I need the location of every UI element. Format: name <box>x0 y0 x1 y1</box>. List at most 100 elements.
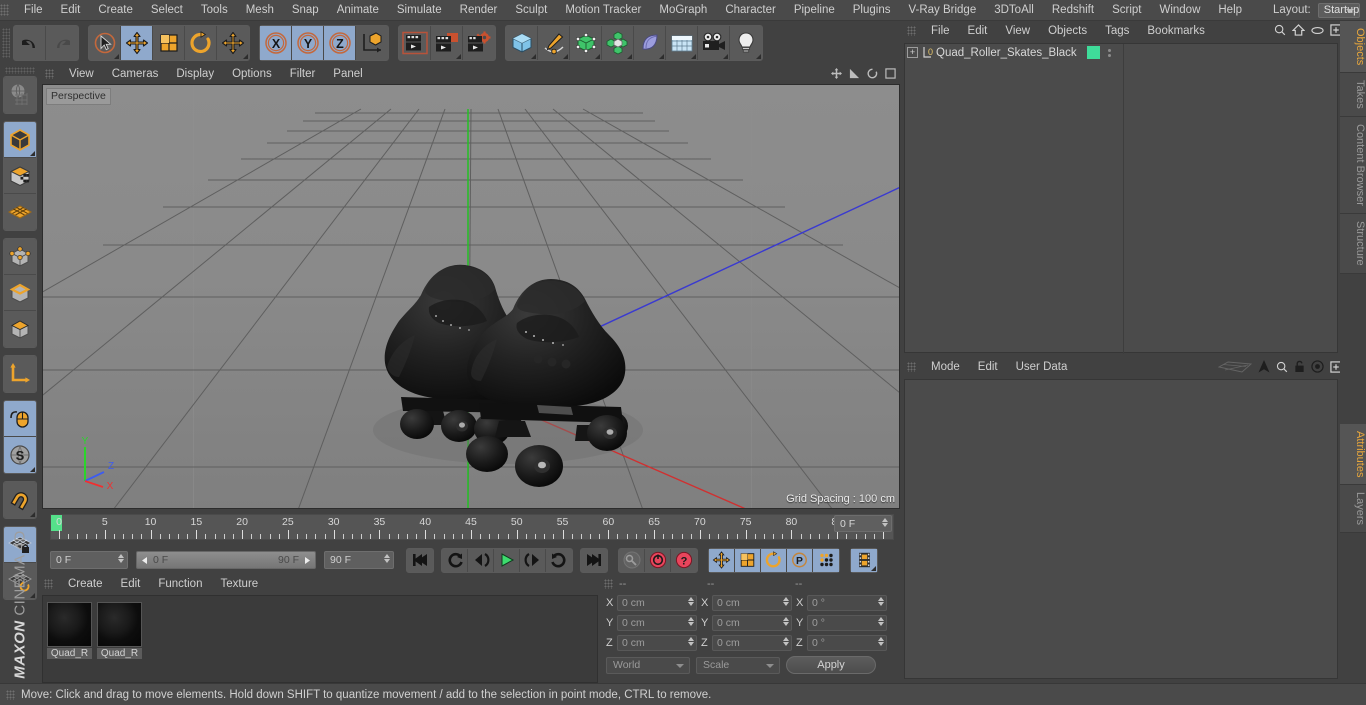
spinner-icon[interactable] <box>688 617 694 626</box>
free-move-tool[interactable] <box>217 25 249 60</box>
step-forward-button[interactable] <box>520 548 546 572</box>
uv-mesh-mode-button[interactable] <box>4 194 36 230</box>
object-axis-mode-button[interactable] <box>4 356 36 392</box>
object-row[interactable]: +0 Quad_Roller_Skates_Black <box>905 44 1337 61</box>
scale-viewport-icon[interactable] <box>849 68 860 82</box>
menu-character[interactable]: Character <box>716 0 785 20</box>
undo-button[interactable] <box>14 25 46 60</box>
search-icon[interactable] <box>1274 24 1286 39</box>
position-x-field[interactable]: 0 cm <box>617 595 697 611</box>
menu-tools[interactable]: Tools <box>192 0 237 20</box>
current-frame-field[interactable]: 0 F <box>50 551 128 569</box>
spinner-icon[interactable] <box>878 617 884 626</box>
menu-motion-tracker[interactable]: Motion Tracker <box>556 0 650 20</box>
add-array-button[interactable] <box>602 25 634 60</box>
menu-redshift[interactable]: Redshift <box>1043 0 1103 20</box>
lock-x-axis-button[interactable]: X <box>260 25 292 60</box>
render-view-button[interactable] <box>399 25 431 60</box>
attributes-menu-edit[interactable]: Edit <box>969 357 1007 377</box>
material-menu-texture[interactable]: Texture <box>211 574 267 594</box>
tab-objects[interactable]: Objects <box>1340 21 1366 74</box>
spinner-icon[interactable] <box>688 637 694 646</box>
material-menu-function[interactable]: Function <box>149 574 211 594</box>
next-key-button[interactable] <box>546 548 572 572</box>
target-icon[interactable] <box>1311 360 1324 376</box>
rotation-z-field[interactable]: 0 ° <box>807 635 887 651</box>
menu-window[interactable]: Window <box>1150 0 1209 20</box>
spinner-icon[interactable] <box>688 597 694 606</box>
make-editable-button[interactable] <box>4 77 36 113</box>
plane-icon[interactable] <box>1217 360 1253 376</box>
viewport-canvas[interactable]: Perspective Y Z X Grid Spacing: 100 cm <box>42 84 900 509</box>
record-scale-button[interactable] <box>735 548 761 572</box>
edges-mode-button[interactable] <box>4 275 36 311</box>
lock-y-axis-button[interactable]: Y <box>292 25 324 60</box>
rotation-x-field[interactable]: 0 ° <box>807 595 887 611</box>
coordinate-space-dropdown[interactable]: World <box>606 656 690 674</box>
spinner-icon[interactable] <box>882 518 888 527</box>
position-y-field[interactable]: 0 cm <box>617 615 697 631</box>
go-to-start-button[interactable] <box>407 548 433 572</box>
menu-plugins[interactable]: Plugins <box>844 0 900 20</box>
expand-toggle-icon[interactable]: + <box>907 47 918 58</box>
viewport-menu-view[interactable]: View <box>60 64 103 84</box>
texture-mode-button[interactable] <box>4 158 36 194</box>
enable-axis-modification-button[interactable] <box>4 401 36 437</box>
menu-snap[interactable]: Snap <box>283 0 328 20</box>
object-menu-edit[interactable]: Edit <box>959 21 997 41</box>
spinner-icon[interactable] <box>783 617 789 626</box>
layout-dropdown[interactable]: Startup <box>1317 2 1361 18</box>
object-menu-bookmarks[interactable]: Bookmarks <box>1138 21 1214 41</box>
menu-mesh[interactable]: Mesh <box>237 0 283 20</box>
tab-attributes[interactable]: Attributes <box>1340 423 1366 486</box>
menu-simulate[interactable]: Simulate <box>388 0 451 20</box>
spinner-icon[interactable] <box>878 597 884 606</box>
play-button[interactable] <box>494 548 520 572</box>
lock-icon[interactable] <box>1294 360 1305 376</box>
object-manager-body[interactable]: +0 Quad_Roller_Skates_Black <box>904 43 1338 354</box>
menu-script[interactable]: Script <box>1103 0 1150 20</box>
object-color-swatch[interactable] <box>1086 46 1100 59</box>
viewport-menu-panel[interactable]: Panel <box>324 64 371 84</box>
previous-key-button[interactable] <box>442 548 468 572</box>
menu-render[interactable]: Render <box>451 0 507 20</box>
viewport-menu-options[interactable]: Options <box>223 64 281 84</box>
material-preview-sphere[interactable] <box>47 602 92 647</box>
add-environment-button[interactable] <box>666 25 698 60</box>
record-parameter-button[interactable]: P <box>787 548 813 572</box>
object-menu-file[interactable]: File <box>922 21 959 41</box>
current-frame-field-top[interactable]: 0 F <box>834 515 892 532</box>
add-deformer-button[interactable] <box>634 25 666 60</box>
record-active-objects-button[interactable] <box>619 548 645 572</box>
world-object-axis-button[interactable] <box>356 25 388 60</box>
model-mode-button[interactable] <box>4 122 36 158</box>
arrow-up-icon[interactable] <box>1258 360 1270 376</box>
add-nurbs-button[interactable] <box>570 25 602 60</box>
menu-help[interactable]: Help <box>1209 0 1251 20</box>
record-rotation-button[interactable] <box>761 548 787 572</box>
visibility-dots-icon[interactable] <box>1107 48 1111 57</box>
material-preview-sphere[interactable] <box>97 602 142 647</box>
size-x-field[interactable]: 0 cm <box>712 595 792 611</box>
live-selection-tool[interactable] <box>89 25 121 60</box>
viewport-menu-display[interactable]: Display <box>167 64 223 84</box>
spinner-icon[interactable] <box>783 637 789 646</box>
menu-edit[interactable]: Edit <box>52 0 90 20</box>
rotate-viewport-icon[interactable] <box>867 68 878 82</box>
redo-button[interactable] <box>46 25 78 60</box>
step-back-button[interactable] <box>468 548 494 572</box>
timeline-ruler[interactable]: 051015202530354045505560657075808590 <box>50 514 894 540</box>
preview-range-bar[interactable]: 0 F 90 F <box>136 551 316 569</box>
add-spline-button[interactable] <box>538 25 570 60</box>
attributes-body[interactable] <box>904 379 1338 679</box>
material-list[interactable]: Quad_R Quad_R <box>42 595 598 683</box>
menu-file[interactable]: File <box>15 0 52 20</box>
spinner-icon[interactable] <box>118 554 124 563</box>
menu-pipeline[interactable]: Pipeline <box>785 0 844 20</box>
material-item[interactable]: Quad_R <box>97 602 142 676</box>
object-menu-objects[interactable]: Objects <box>1039 21 1096 41</box>
size-y-field[interactable]: 0 cm <box>712 615 792 631</box>
go-to-end-button[interactable] <box>581 548 607 572</box>
size-z-field[interactable]: 0 cm <box>712 635 792 651</box>
attributes-menu-mode[interactable]: Mode <box>922 357 969 377</box>
